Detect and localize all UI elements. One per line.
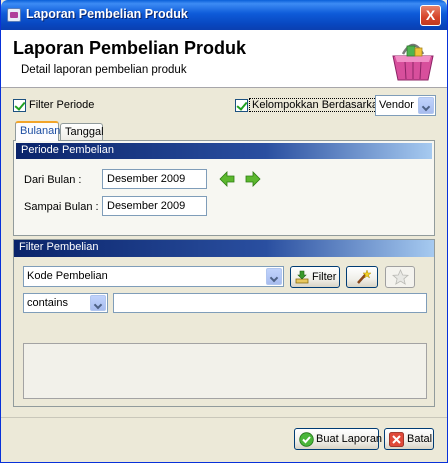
- chevron-down-icon[interactable]: [418, 97, 434, 114]
- title-bar[interactable]: Laporan Pembelian Produk X: [1, 0, 447, 30]
- chevron-down-icon[interactable]: [266, 268, 282, 285]
- app-icon: [7, 8, 21, 22]
- cancel-button[interactable]: Batal: [384, 428, 434, 450]
- filter-button[interactable]: Filter: [290, 266, 340, 288]
- create-report-label: Buat Laporan: [316, 433, 383, 445]
- group-by-value: Vendor: [379, 99, 414, 111]
- periode-section-header: Periode Pembelian: [16, 143, 432, 159]
- star-icon: [392, 269, 409, 285]
- filter-field-value: Kode Pembelian: [27, 270, 108, 282]
- page-subtitle: Detail laporan pembelian produk: [21, 64, 187, 76]
- checkmark-icon: [299, 432, 314, 447]
- cancel-icon: [389, 432, 404, 447]
- filter-section-header: Filter Pembelian: [14, 240, 434, 257]
- filter-results-area: [23, 343, 427, 399]
- from-month-field[interactable]: Desember 2009: [102, 169, 207, 189]
- filter-button-label: Filter: [312, 271, 337, 283]
- create-report-button[interactable]: Buat Laporan: [294, 428, 383, 450]
- report-window: Laporan Pembelian Produk X Laporan Pembe…: [0, 0, 448, 463]
- magic-wand-icon: [357, 270, 371, 284]
- window-title: Laporan Pembelian Produk: [26, 7, 188, 21]
- filter-periode-label: Filter Periode: [29, 99, 95, 111]
- group-by-label: Kelompokkan Berdasarkan :: [249, 98, 394, 112]
- search-input[interactable]: [113, 293, 427, 313]
- to-month-field[interactable]: Desember 2009: [102, 196, 207, 216]
- arrow-left-icon[interactable]: [219, 171, 235, 187]
- filter-field-select[interactable]: Kode Pembelian: [23, 266, 284, 287]
- tab-tanggal[interactable]: Tanggal: [60, 123, 104, 141]
- chevron-down-icon[interactable]: [90, 295, 106, 311]
- group-by-checkbox[interactable]: [235, 99, 248, 112]
- from-month-label: Dari Bulan :: [24, 174, 82, 186]
- group-by-select[interactable]: Vendor: [375, 95, 436, 116]
- cancel-label: Batal: [407, 433, 433, 445]
- arrow-right-icon[interactable]: [245, 171, 261, 187]
- close-button[interactable]: X: [420, 5, 441, 26]
- to-month-label: Sampai Bulan :: [24, 201, 99, 213]
- operator-select[interactable]: contains: [23, 293, 108, 313]
- tab-bulanan[interactable]: Bulanan: [15, 121, 60, 141]
- periode-panel: Periode Pembelian Dari Bulan : Desember …: [13, 140, 435, 236]
- page-title: Laporan Pembelian Produk: [13, 38, 247, 58]
- header-banner: Laporan Pembelian Produk Detail laporan …: [1, 30, 447, 88]
- filter-periode-checkbox[interactable]: [13, 99, 26, 112]
- operator-value: contains: [27, 297, 68, 309]
- shopping-basket-icon: [392, 43, 434, 81]
- magic-wand-button[interactable]: [346, 266, 378, 288]
- footer-divider: [1, 417, 447, 418]
- download-icon: [295, 270, 309, 284]
- favorite-button[interactable]: [385, 266, 415, 288]
